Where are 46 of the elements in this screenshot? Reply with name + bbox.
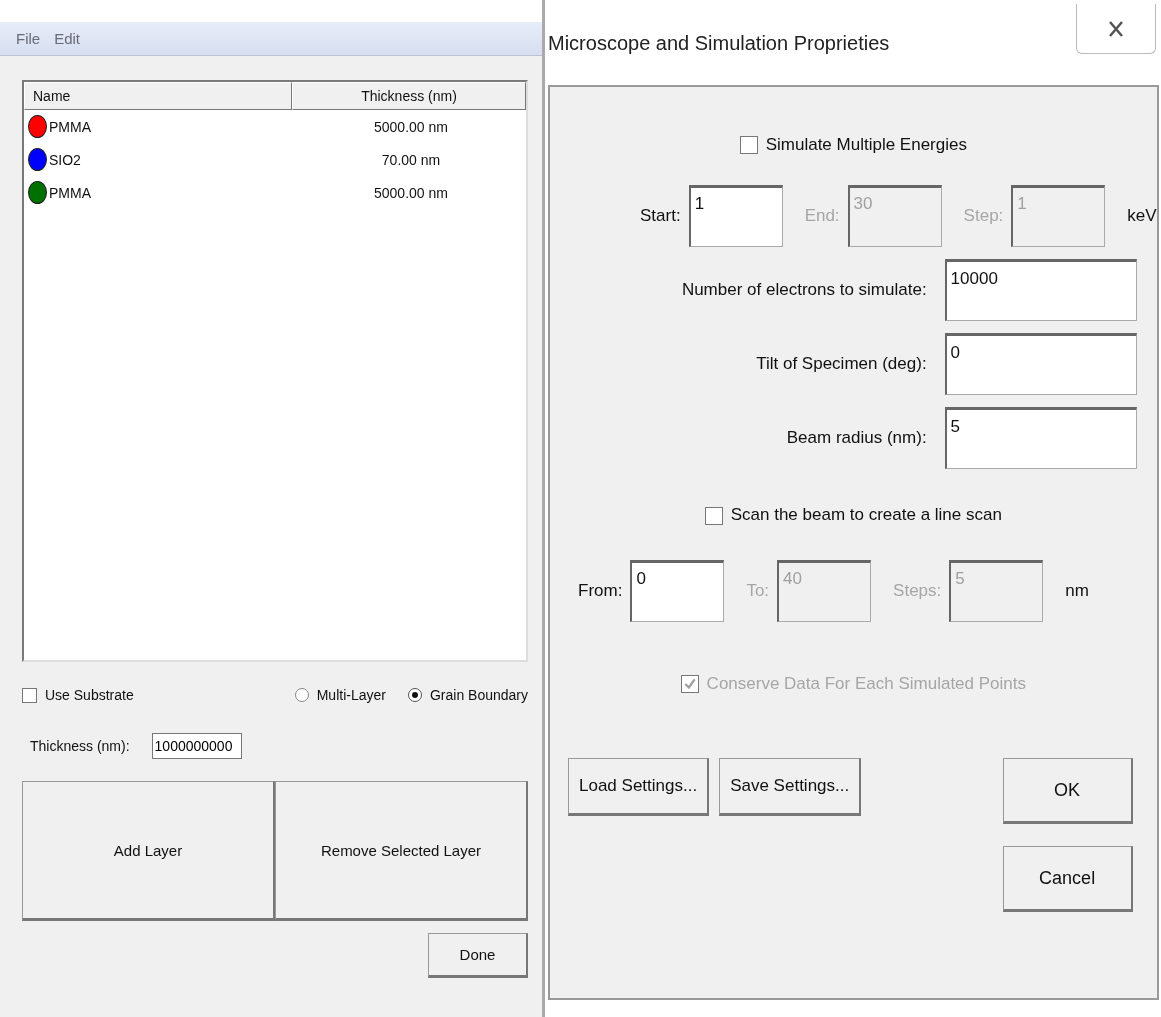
energy-field[interactable]: 1 <box>688 185 783 248</box>
unit-label: keV <box>1127 206 1157 227</box>
close-button[interactable] <box>1075 4 1156 54</box>
dialog-title: Microscope and Simulation Proprieties <box>547 32 890 55</box>
radio-button[interactable] <box>294 688 309 702</box>
check-icon <box>682 676 697 691</box>
table-cell: SIO2 <box>49 151 81 168</box>
radio-button[interactable] <box>407 688 422 702</box>
cancel-button[interactable]: Cancel <box>1002 846 1133 913</box>
remove-layer-button[interactable]: Remove Selected Layer <box>275 781 528 921</box>
parameter-field[interactable]: 10000 <box>944 259 1137 322</box>
unit-label: nm <box>1065 580 1089 601</box>
close-icon <box>1107 19 1124 38</box>
field-label: Start: <box>640 206 681 227</box>
column-header[interactable]: Thickness (nm) <box>292 82 526 110</box>
field-label: End: <box>804 206 840 227</box>
table-cell: 5000.00 nm <box>374 184 448 201</box>
save-settings-button[interactable]: Save Settings... <box>719 758 862 817</box>
parameter-field[interactable]: 0 <box>944 333 1137 396</box>
load-settings-button[interactable]: Load Settings... <box>568 758 710 817</box>
field-label: To: <box>746 580 770 601</box>
table-cell: PMMA <box>49 184 91 201</box>
table-cell: PMMA <box>49 118 91 135</box>
scan-field[interactable]: 0 <box>630 559 725 622</box>
add-layer-button[interactable]: Add Layer <box>22 781 275 921</box>
line-scan-checkbox[interactable]: Scan the beam to create a line scan <box>704 505 1002 526</box>
field-label: Number of electrons to simulate: <box>681 280 927 301</box>
ok-button[interactable]: OK <box>1002 758 1133 825</box>
radio-label[interactable]: Grain Boundary <box>429 687 528 703</box>
menu-item[interactable]: Edit <box>54 30 81 47</box>
done-button[interactable]: Done <box>428 933 528 978</box>
field-label: From: <box>578 580 623 601</box>
simulate-energies-checkbox[interactable]: Simulate Multiple Energies <box>739 135 967 156</box>
table-cell: 70.00 nm <box>381 151 441 168</box>
field-label: Steps: <box>893 580 942 601</box>
use-substrate-checkbox[interactable]: Use Substrate <box>22 687 134 703</box>
radio-label[interactable]: Multi-Layer <box>316 687 386 703</box>
column-header[interactable]: Name <box>24 82 292 110</box>
field-label: Step: <box>963 206 1004 227</box>
field-label: Beam radius (nm): <box>786 428 927 449</box>
thickness-label: Thickness (nm): <box>30 738 130 754</box>
menu-item[interactable]: File <box>16 30 41 47</box>
field-label: Tilt of Specimen (deg): <box>756 354 927 375</box>
parameter-field[interactable]: 5 <box>944 407 1137 470</box>
table-cell: 5000.00 nm <box>374 118 448 135</box>
thickness-field[interactable]: 1000000000 <box>151 733 242 759</box>
